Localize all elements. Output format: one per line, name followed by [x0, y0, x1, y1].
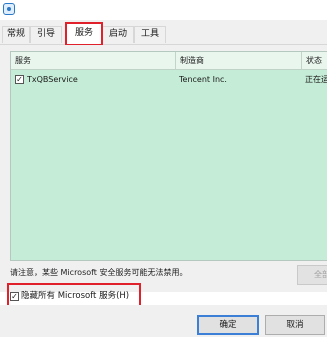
service-name: TxQBService	[27, 75, 78, 84]
disable-note: 请注意，某些 Microsoft 安全服务可能无法禁用。	[10, 268, 188, 277]
checkmark-icon: ✓	[11, 292, 18, 301]
row-checkbox[interactable]: ✓	[15, 75, 24, 84]
services-table: 服务 制造商 状态 ✓ TxQBService Tencent Inc. 正在运	[10, 51, 327, 261]
checkmark-icon: ✓	[16, 75, 23, 84]
table-header: 服务 制造商 状态	[11, 52, 327, 70]
column-header-service[interactable]: 服务	[11, 52, 175, 69]
tab-general[interactable]: 常规	[2, 26, 30, 43]
system-config-icon	[3, 3, 15, 15]
service-manufacturer: Tencent Inc.	[179, 75, 227, 84]
dialog-footer: 确定 取消	[0, 305, 327, 337]
column-header-manufacturer[interactable]: 制造商	[175, 52, 301, 69]
hide-microsoft-services-checkbox[interactable]: ✓ 隐藏所有 Microsoft 服务(H)	[10, 289, 129, 305]
hide-ms-checkbox-box[interactable]: ✓	[10, 292, 19, 301]
table-row[interactable]: ✓ TxQBService Tencent Inc. 正在运	[11, 72, 327, 88]
title-bar	[0, 0, 327, 20]
tab-strip: 常规 引导 服务 启动 工具	[0, 20, 327, 45]
service-status: 正在运	[305, 75, 327, 84]
tab-tools[interactable]: 工具	[134, 26, 166, 43]
cancel-button[interactable]: 取消	[265, 315, 325, 335]
column-header-status[interactable]: 状态	[301, 52, 327, 69]
tab-services[interactable]: 服务	[66, 23, 102, 45]
services-panel: 服务 制造商 状态 ✓ TxQBService Tencent Inc. 正在运…	[0, 45, 327, 292]
tab-boot[interactable]: 引导	[30, 26, 62, 43]
tab-startup[interactable]: 启动	[102, 26, 134, 43]
ok-button[interactable]: 确定	[197, 315, 259, 335]
hide-ms-label: 隐藏所有 Microsoft 服务(H)	[21, 291, 130, 301]
disable-all-button[interactable]: 全部	[297, 265, 327, 285]
